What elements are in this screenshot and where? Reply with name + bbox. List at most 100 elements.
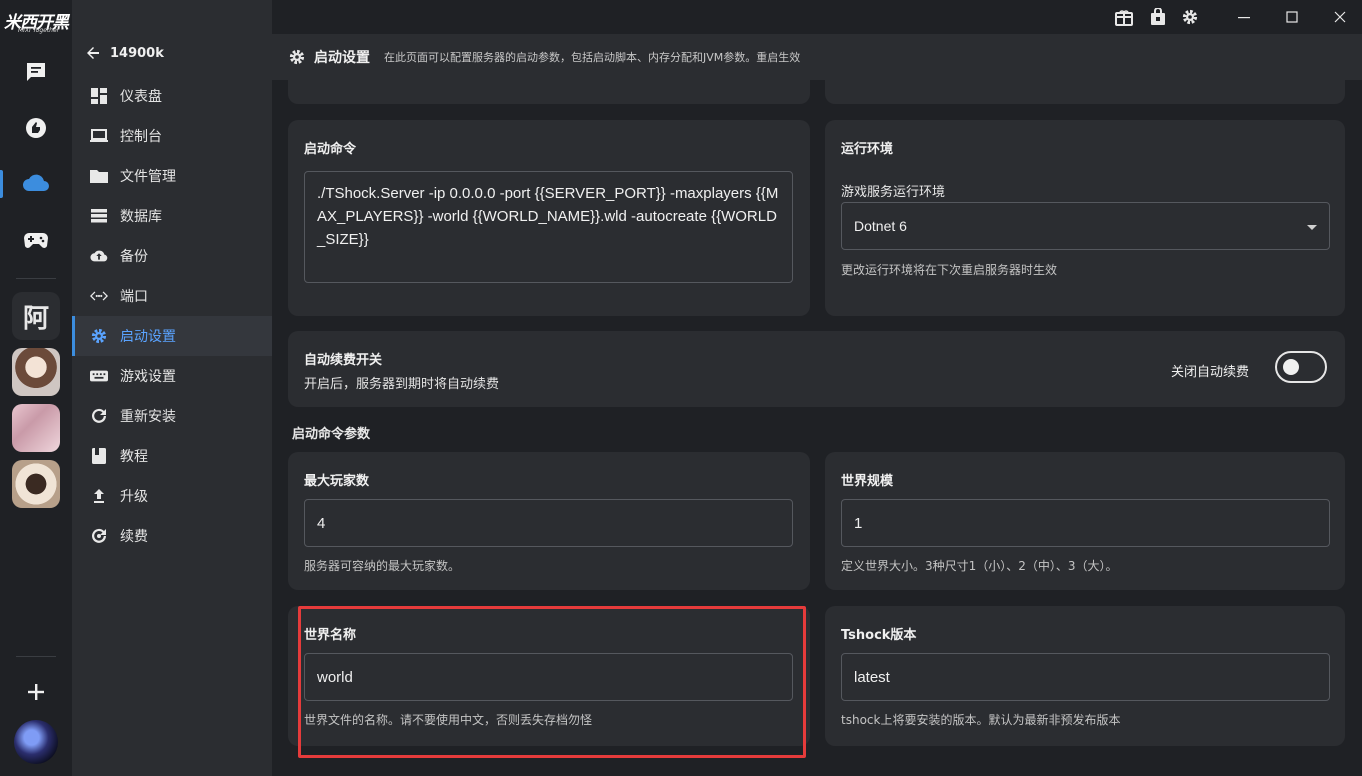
upgrade-icon <box>90 487 108 505</box>
cloud-icon[interactable] <box>16 164 56 204</box>
world-name-card: 世界名称 world 世界文件的名称。请不要使用中文，否则丢失存档勿怪 <box>288 606 810 746</box>
server-avatar[interactable] <box>12 348 60 396</box>
sidebar-item-label: 教程 <box>120 449 148 465</box>
logo-subtext: MIXI Together <box>18 27 60 34</box>
user-avatar[interactable] <box>14 720 58 764</box>
settings-icon[interactable] <box>1180 7 1200 27</box>
runtime-select[interactable]: Dotnet 6 <box>841 202 1330 250</box>
sidebar-item-label: 续费 <box>120 529 148 545</box>
sidebar-item-label: 游戏设置 <box>120 369 176 385</box>
max-players-title: 最大玩家数 <box>304 474 370 489</box>
server-name: 14900k <box>110 45 164 61</box>
sidebar-item-console[interactable]: 控制台 <box>72 116 272 156</box>
folder-icon <box>90 167 108 185</box>
database-icon <box>90 207 108 225</box>
world-name-title: 世界名称 <box>304 628 357 643</box>
rail-active-indicator <box>0 170 3 198</box>
gear-icon <box>289 49 305 65</box>
sidebar-item-backup[interactable]: 备份 <box>72 236 272 276</box>
laptop-icon <box>90 127 108 145</box>
sidebar-item-database[interactable]: 数据库 <box>72 196 272 236</box>
chevron-down-icon <box>1307 225 1317 230</box>
world-size-input[interactable]: 1 <box>841 499 1330 547</box>
sidebar-item-files[interactable]: 文件管理 <box>72 156 272 196</box>
tshock-version-input[interactable]: latest <box>841 653 1330 701</box>
sidebar-item-upgrade[interactable]: 升级 <box>72 476 272 516</box>
auto-renew-toggle-label: 关闭自动续费 <box>1170 365 1249 380</box>
sidebar-item-label: 备份 <box>120 249 148 265</box>
gift-icon[interactable] <box>1114 7 1134 27</box>
tshock-version-card: Tshock版本 latest tshock上将要安装的版本。默认为最新非预发布… <box>825 606 1345 746</box>
book-icon <box>90 447 108 465</box>
main-content: 启动命令 ./TShock.Server -ip 0.0.0.0 -port {… <box>272 80 1362 776</box>
minimize-icon[interactable] <box>1234 7 1254 27</box>
auto-renew-card: 自动续费开关 开启后，服务器到期时将自动续费 关闭自动续费 <box>288 331 1345 407</box>
rail-divider <box>16 656 56 657</box>
port-icon <box>90 287 108 305</box>
refresh-icon <box>90 407 108 425</box>
sidebar-item-reinstall[interactable]: 重新安装 <box>72 396 272 436</box>
runtime-label: 游戏服务运行环境 <box>841 185 946 200</box>
runtime-selected-value: Dotnet 6 <box>854 218 907 234</box>
runtime-card: 运行环境 游戏服务运行环境 Dotnet 6 更改运行环境将在下次重启服务器时生… <box>825 120 1345 316</box>
rail-divider <box>16 278 56 279</box>
tshock-version-help: tshock上将要安装的版本。默认为最新非预发布版本 <box>841 713 1121 727</box>
bag-icon[interactable] <box>1148 7 1168 27</box>
chat-icon[interactable] <box>16 52 56 92</box>
max-players-card: 最大玩家数 4 服务器可容纳的最大玩家数。 <box>288 452 810 590</box>
max-players-help: 服务器可容纳的最大玩家数。 <box>304 559 461 573</box>
auto-renew-desc: 开启后，服务器到期时将自动续费 <box>304 377 500 392</box>
world-name-help: 世界文件的名称。请不要使用中文，否则丢失存档勿怪 <box>304 713 593 727</box>
tshock-version-title: Tshock版本 <box>841 628 917 643</box>
sidebar-item-label: 控制台 <box>120 129 162 145</box>
runtime-title: 运行环境 <box>841 142 894 157</box>
back-button[interactable]: 14900k <box>86 40 164 66</box>
world-size-card: 世界规模 1 定义世界大小。3种尺寸1（小）、2（中）、3（大）。 <box>825 452 1345 590</box>
card-partial <box>288 80 810 104</box>
server-avatar-a[interactable]: 阿 <box>12 292 60 340</box>
arrow-left-icon <box>87 47 99 59</box>
thumb-icon[interactable] <box>16 108 56 148</box>
keyboard-icon <box>90 367 108 385</box>
page-description: 在此页面可以配置服务器的启动参数，包括启动脚本、内存分配和JVM参数。重启生效 <box>384 51 801 64</box>
server-avatar[interactable] <box>12 460 60 508</box>
sidebar-item-startup-settings[interactable]: 启动设置 <box>72 316 272 356</box>
app-rail: 米西开黑 MIXI Together 阿 <box>0 0 72 776</box>
sidebar-item-port[interactable]: 端口 <box>72 276 272 316</box>
gamepad-icon[interactable] <box>16 220 56 260</box>
startup-command-textarea[interactable]: ./TShock.Server -ip 0.0.0.0 -port {{SERV… <box>304 171 793 283</box>
sidebar-item-dashboard[interactable]: 仪表盘 <box>72 76 272 116</box>
sidebar-item-label: 端口 <box>120 289 148 305</box>
page-header: 启动设置 在此页面可以配置服务器的启动参数，包括启动脚本、内存分配和JVM参数。… <box>272 34 1362 80</box>
startup-command-card: 启动命令 ./TShock.Server -ip 0.0.0.0 -port {… <box>288 120 810 316</box>
plus-icon[interactable] <box>16 672 56 712</box>
sidebar-item-label: 启动设置 <box>120 329 176 345</box>
sidebar-item-label: 升级 <box>120 489 148 505</box>
sidebar-item-label: 数据库 <box>120 209 162 225</box>
cloud-upload-icon <box>90 247 108 265</box>
server-avatar[interactable] <box>12 404 60 452</box>
sidebar-item-game-settings[interactable]: 游戏设置 <box>72 356 272 396</box>
window-titlebar <box>272 0 1362 34</box>
server-sidebar: 14900k 仪表盘 控制台 文件管理 数据库 备份 端口 启动设置 游戏设置 … <box>72 0 272 776</box>
page-title: 启动设置 <box>314 50 370 66</box>
max-players-input[interactable]: 4 <box>304 499 793 547</box>
avatar-a-text: 阿 <box>22 303 49 334</box>
sidebar-item-renew[interactable]: 续费 <box>72 516 272 556</box>
maximize-icon[interactable] <box>1282 7 1302 27</box>
renew-icon <box>90 527 108 545</box>
toggle-knob <box>1283 359 1299 375</box>
sidebar-item-tutorial[interactable]: 教程 <box>72 436 272 476</box>
runtime-help: 更改运行环境将在下次重启服务器时生效 <box>841 263 1058 277</box>
world-name-input[interactable]: world <box>304 653 793 701</box>
startup-command-title: 启动命令 <box>304 142 357 157</box>
close-icon[interactable] <box>1330 7 1350 27</box>
sidebar-item-label: 重新安装 <box>120 409 176 425</box>
app-logo[interactable]: 米西开黑 MIXI Together <box>4 8 69 36</box>
world-size-help: 定义世界大小。3种尺寸1（小）、2（中）、3（大）。 <box>841 559 1118 573</box>
gear-icon <box>90 327 108 345</box>
auto-renew-toggle[interactable] <box>1275 351 1327 383</box>
params-section-title: 启动命令参数 <box>292 427 371 442</box>
auto-renew-title: 自动续费开关 <box>304 353 383 368</box>
sidebar-item-label: 仪表盘 <box>120 89 162 105</box>
